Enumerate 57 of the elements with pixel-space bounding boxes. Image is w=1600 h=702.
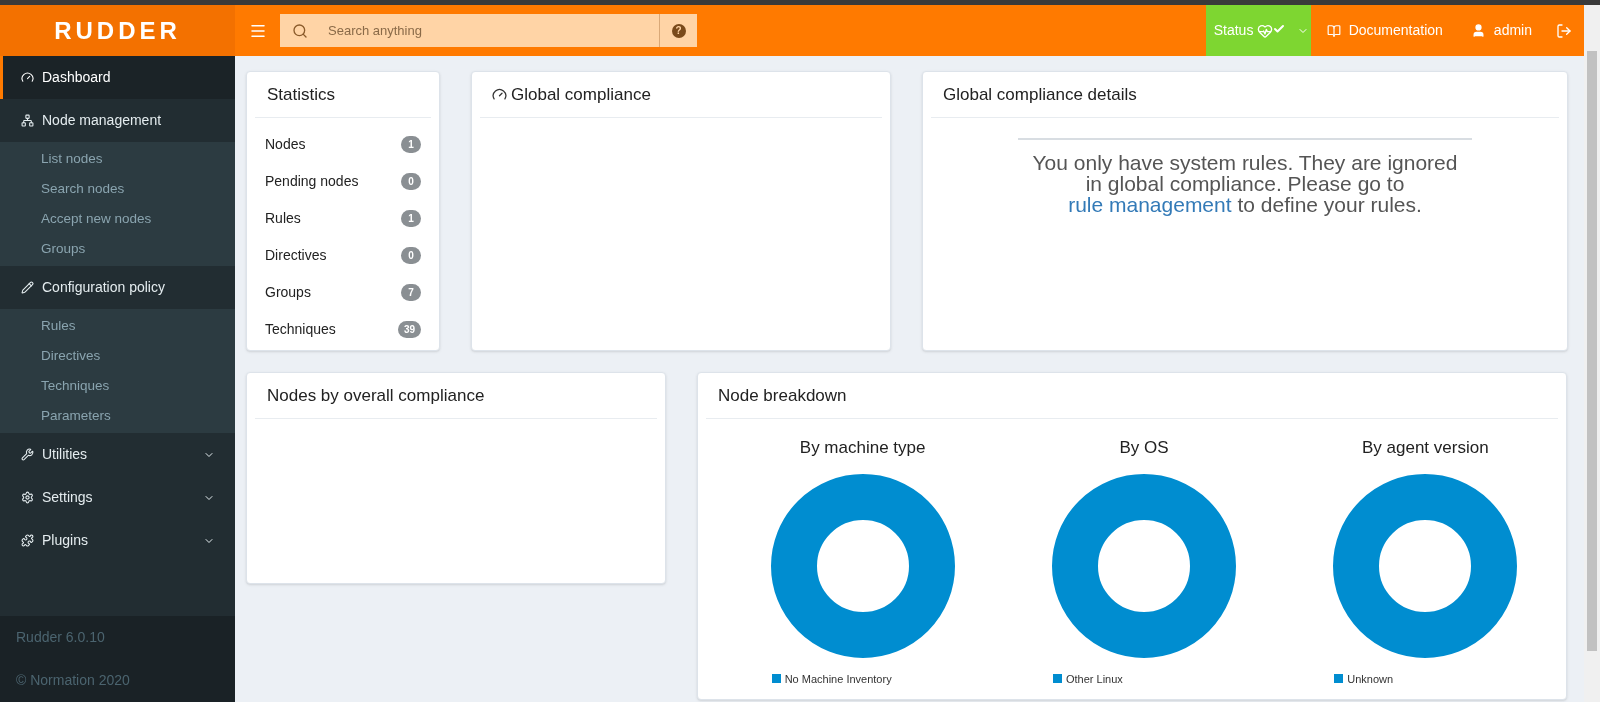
search-field[interactable]: Search anything ? <box>280 14 697 47</box>
legend-label: No Machine Inventory <box>784 671 892 687</box>
sidebar-item[interactable]: Settings <box>0 476 235 519</box>
stat-label: Groups <box>265 283 311 302</box>
submenu-item[interactable]: Directives <box>0 341 235 371</box>
search-icon <box>292 22 308 39</box>
legend-label: Unknown <box>1347 671 1394 687</box>
wrench-icon <box>21 448 34 461</box>
copyright-text: © Normation 2020 <box>16 671 131 690</box>
heartbeat-check-icon <box>1257 22 1286 39</box>
gauge-icon <box>492 87 507 102</box>
logout-icon[interactable] <box>1556 22 1572 39</box>
submenu-item[interactable]: Parameters <box>0 401 235 431</box>
pencil-icon <box>21 281 34 294</box>
card-title: Global compliance details <box>943 83 1137 106</box>
card-title: Nodes by overall compliance <box>267 384 485 407</box>
card-title: Node breakdown <box>718 384 847 407</box>
info-message: You only have system rules. They are ignored in global compliance. Please go to rule management to define your rules. <box>1031 152 1459 215</box>
help-button[interactable]: ? <box>659 14 697 47</box>
sidebar-item[interactable]: Node management <box>0 99 235 142</box>
gear-icon <box>21 491 34 504</box>
user-link[interactable]: admin <box>1470 20 1532 41</box>
count-badge: 0 <box>401 173 421 190</box>
stat-label: Pending nodes <box>265 172 359 191</box>
puzzle-icon <box>21 534 34 547</box>
submenu-item[interactable]: Groups <box>0 234 235 264</box>
logo: RUDDER <box>54 15 181 46</box>
chart-title: By OS <box>1119 437 1169 459</box>
submenu-item[interactable]: Search nodes <box>0 174 235 204</box>
version-text: Rudder 6.0.10 <box>16 628 106 647</box>
submenu-item[interactable]: Accept new nodes <box>0 204 235 234</box>
count-badge: 0 <box>401 247 421 264</box>
chart-title: By agent version <box>1362 437 1489 459</box>
stat-label: Techniques <box>265 320 336 339</box>
card-title: Global compliance <box>511 83 651 106</box>
legend-label: Other Linux <box>1066 671 1123 687</box>
documentation-link[interactable]: Documentation <box>1326 20 1443 41</box>
user-icon <box>1470 23 1486 38</box>
count-badge: 7 <box>401 284 421 301</box>
stat-label: Directives <box>265 246 327 265</box>
sidebar-item[interactable]: Plugins <box>0 519 235 562</box>
count-badge: 1 <box>401 136 421 153</box>
stat-label: Rules <box>265 209 301 228</box>
chart-title: By machine type <box>799 437 926 459</box>
sidebar-item[interactable]: Dashboard <box>0 56 235 99</box>
submenu-item[interactable]: Techniques <box>0 371 235 401</box>
sidebar-item[interactable]: Configuration policy <box>0 266 235 309</box>
gauge-icon <box>21 71 34 84</box>
card-title: Statistics <box>267 83 336 106</box>
submenu-item[interactable]: Rules <box>0 311 235 341</box>
sitemap-icon <box>21 114 34 127</box>
count-badge: 1 <box>401 210 421 227</box>
sidebar-item[interactable]: Utilities <box>0 433 235 476</box>
count-badge: 39 <box>397 321 421 338</box>
book-icon <box>1326 23 1341 38</box>
stat-label: Nodes <box>265 135 306 154</box>
submenu-item[interactable]: List nodes <box>0 144 235 174</box>
